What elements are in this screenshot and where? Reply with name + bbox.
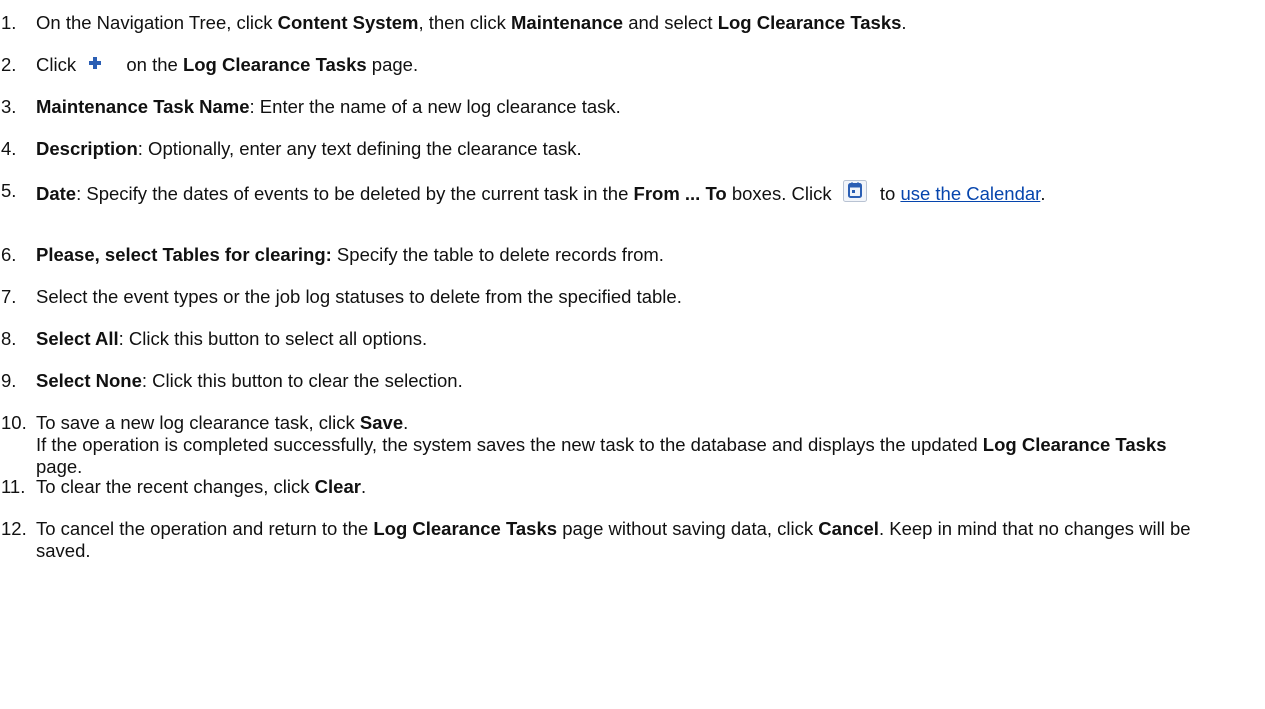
step-text: Maintenance Task Name: Enter the name of… (36, 96, 1203, 118)
ui-term: Please, select Tables for clearing: (36, 244, 332, 265)
step-text: Description: Optionally, enter any text … (36, 138, 1203, 160)
step-number: 10. (1, 412, 27, 433)
step-text-run: On the Navigation Tree, click (36, 12, 278, 33)
plus-icon[interactable] (85, 54, 107, 74)
step-number: 7. (1, 286, 17, 307)
step-text-run: Select the event types or the job log st… (36, 286, 682, 307)
step-number: 6. (1, 244, 17, 265)
step-number: 12. (1, 518, 27, 539)
ui-term: Description (36, 138, 138, 159)
step-number: 9. (1, 370, 17, 391)
ui-term: Content System (277, 12, 419, 33)
step-text-run: and select (623, 12, 718, 33)
step-text-run: page. (36, 456, 83, 477)
step-text-run: boxes. Click (726, 183, 837, 204)
step-text-run: to (874, 183, 901, 204)
step-text: Click on the Log Clearance Tasks page. (36, 54, 1203, 76)
ui-term: Select All (36, 328, 119, 349)
ui-term: Maintenance (511, 12, 624, 33)
ui-term: Maintenance Task Name (36, 96, 250, 117)
step-number: 11. (1, 476, 26, 497)
ui-term: Log Clearance Tasks (182, 54, 367, 75)
ui-term: Log Clearance Tasks (717, 12, 902, 33)
step-text-run: : Optionally, enter any text defining th… (137, 138, 582, 159)
step-text-run: page. (366, 54, 419, 75)
step-text-run: : Enter the name of a new log clearance … (249, 96, 621, 117)
step-text-run: : Specify the dates of events to be dele… (76, 183, 634, 204)
step-text-run: on the (121, 54, 183, 75)
calendar-link[interactable]: use the Calendar (900, 183, 1040, 204)
step-text: Date: Specify the dates of events to be … (36, 180, 1203, 205)
step-number: 3. (1, 96, 17, 117)
step-text: Select None: Click this button to clear … (36, 370, 1203, 392)
ui-term: Select None (36, 370, 142, 391)
ui-term: Save (359, 412, 404, 433)
step-text: To clear the recent changes, click Clear… (36, 476, 1203, 498)
step-number: 2. (1, 54, 17, 75)
step-text-run: . (360, 476, 367, 497)
ui-term: From ... To (633, 183, 727, 204)
step-number: 8. (1, 328, 17, 349)
step-text: On the Navigation Tree, click Content Sy… (36, 12, 1203, 34)
step-text-run: Click (36, 54, 82, 75)
step-text: Select All: Click this button to select … (36, 328, 1203, 350)
step-text-run: If the operation is completed successful… (36, 434, 983, 455)
ui-term: Log Clearance Tasks (982, 434, 1167, 455)
ui-term: Cancel (818, 518, 879, 539)
step-number: 1. (1, 12, 17, 33)
step-text-run: Specify the table to delete records from… (331, 244, 664, 265)
step-text-run: : Click this button to clear the selecti… (141, 370, 463, 391)
step-text-run: . (403, 412, 409, 433)
step-text-run: . (1040, 183, 1046, 204)
step-text-run: . (901, 12, 907, 33)
calendar-icon[interactable] (842, 180, 867, 202)
step-text: To cancel the operation and return to th… (36, 518, 1203, 562)
step-number: 4. (1, 138, 17, 159)
ui-term: Date (36, 183, 77, 204)
step-text-run: To save a new log clearance task, click (36, 412, 360, 433)
ui-term: Log Clearance Tasks (373, 518, 558, 539)
step-text: Select the event types or the job log st… (36, 286, 1203, 308)
step-text: Please, select Tables for clearing: Spec… (36, 244, 1203, 266)
step-text-run: : Click this button to select all option… (118, 328, 428, 349)
ui-term: Clear (314, 476, 361, 497)
step-text-run: page without saving data, click (557, 518, 819, 539)
step-text: To save a new log clearance task, click … (36, 412, 1203, 478)
step-text-run: To cancel the operation and return to th… (36, 518, 374, 539)
step-text-run: , then click (418, 12, 512, 33)
step-text-run: To clear the recent changes, click (36, 476, 315, 497)
step-number: 5. (1, 180, 17, 201)
